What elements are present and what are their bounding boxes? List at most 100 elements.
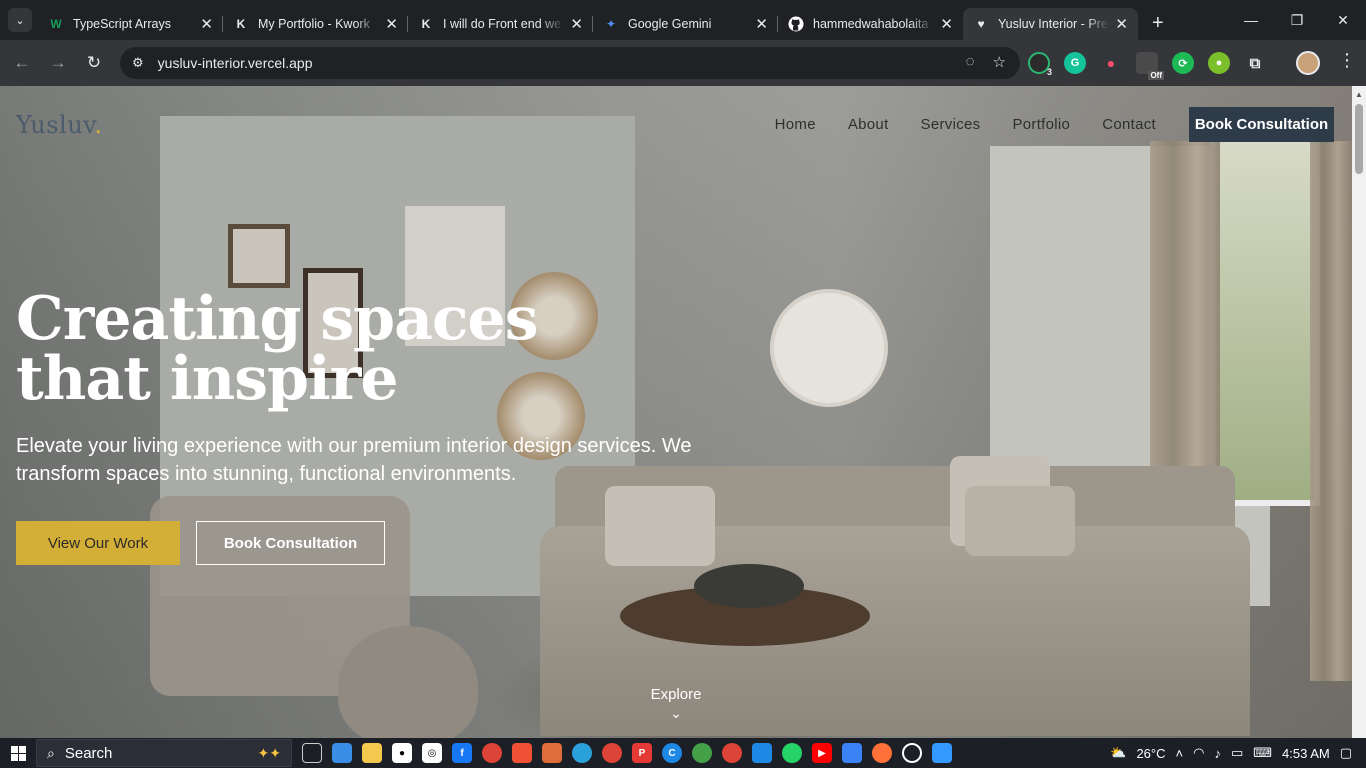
vscode-icon[interactable] bbox=[752, 743, 772, 763]
scrollbar-thumb[interactable] bbox=[1355, 104, 1363, 174]
close-tab-icon[interactable]: ✕ bbox=[385, 15, 398, 33]
photos-icon[interactable] bbox=[932, 743, 952, 763]
grammarly-icon[interactable]: G bbox=[1064, 52, 1086, 74]
firefox-icon[interactable] bbox=[872, 743, 892, 763]
task-view-icon[interactable] bbox=[302, 743, 322, 763]
app-icon[interactable] bbox=[902, 743, 922, 763]
app-icon[interactable] bbox=[842, 743, 862, 763]
extension-loop-icon[interactable]: 3 bbox=[1028, 52, 1052, 77]
site-nav: Home About Services Portfolio Contact bbox=[775, 116, 1156, 133]
close-window-icon[interactable]: ✕ bbox=[1320, 0, 1366, 40]
github-icon bbox=[788, 16, 804, 32]
refresh-extension-icon[interactable]: ⟳ bbox=[1172, 52, 1194, 74]
tab-title: Yusluv Interior - Prem bbox=[998, 17, 1110, 31]
weather-temp[interactable]: 26°C bbox=[1136, 746, 1165, 761]
site-settings-icon[interactable]: ⚙ bbox=[132, 55, 144, 71]
page-scrollbar[interactable]: ▲ bbox=[1352, 86, 1366, 738]
tab-title: hammedwahabolaita bbox=[813, 17, 929, 31]
book-consultation-button[interactable]: Book Consultation bbox=[196, 521, 385, 565]
close-tab-icon[interactable]: ✕ bbox=[200, 15, 213, 33]
background-curtain bbox=[1310, 141, 1352, 681]
background-clock bbox=[770, 289, 888, 407]
nav-portfolio[interactable]: Portfolio bbox=[1012, 116, 1070, 133]
site-logo[interactable]: Yusluv. bbox=[16, 111, 103, 139]
profile-avatar[interactable] bbox=[1296, 51, 1320, 75]
nav-book-consultation-button[interactable]: Book Consultation bbox=[1189, 107, 1334, 142]
nav-services[interactable]: Services bbox=[921, 116, 981, 133]
notification-icon[interactable]: ▢ bbox=[1340, 745, 1352, 761]
tab-typescript-arrays[interactable]: W TypeScript Arrays ✕ bbox=[38, 8, 223, 40]
address-bar[interactable]: ⚙ yusluv-interior.vercel.app ◌ ☆ bbox=[120, 47, 1020, 79]
wifi-icon[interactable]: ◠ bbox=[1193, 745, 1204, 761]
restore-icon[interactable]: ❐ bbox=[1274, 0, 1320, 40]
scroll-up-icon[interactable]: ▲ bbox=[1355, 90, 1363, 99]
close-tab-icon[interactable]: ✕ bbox=[1115, 15, 1128, 33]
file-explorer-icon[interactable] bbox=[362, 743, 382, 763]
w3schools-favicon-icon: W bbox=[50, 17, 62, 31]
bookmark-star-icon[interactable]: ☆ bbox=[993, 53, 1006, 71]
reload-icon[interactable]: ↻ bbox=[76, 45, 112, 81]
heart-favicon-icon: ♥ bbox=[977, 17, 985, 31]
taskbar-apps: ● ◎ f P C ▶ bbox=[302, 743, 952, 763]
tab-search-button[interactable]: ⌄ bbox=[8, 8, 32, 32]
chrome-icon[interactable] bbox=[602, 743, 622, 763]
whatsapp-icon[interactable] bbox=[782, 743, 802, 763]
back-arrow-icon[interactable]: ← bbox=[4, 45, 40, 81]
close-tab-icon[interactable]: ✕ bbox=[940, 15, 953, 33]
telegram-icon[interactable] bbox=[572, 743, 592, 763]
close-tab-icon[interactable]: ✕ bbox=[570, 15, 583, 33]
nav-contact[interactable]: Contact bbox=[1102, 116, 1156, 133]
browser-menu-icon[interactable]: ⋮ bbox=[1338, 50, 1356, 71]
chrome-icon[interactable] bbox=[482, 743, 502, 763]
taskbar-search[interactable]: ⌕ Search ✦✦ bbox=[36, 739, 292, 767]
tab-google-gemini[interactable]: ✦ Google Gemini ✕ bbox=[593, 8, 778, 40]
extension-icons: 3 G ● Off ⟳ ● ⧉ bbox=[1028, 52, 1266, 80]
explore-link[interactable]: Explore ⌄ bbox=[626, 686, 726, 722]
nav-home[interactable]: Home bbox=[775, 116, 816, 133]
chatgpt-icon[interactable]: ◎ bbox=[422, 743, 442, 763]
app-icon[interactable]: P bbox=[632, 743, 652, 763]
tab-my-portfolio-kwork[interactable]: K My Portfolio - Kwork ✕ bbox=[223, 8, 408, 40]
chevron-up-icon[interactable]: ˄ bbox=[1176, 746, 1184, 761]
new-tab-button[interactable]: + bbox=[1152, 12, 1164, 35]
explore-label: Explore bbox=[650, 686, 702, 703]
facebook-icon[interactable]: f bbox=[452, 743, 472, 763]
minimize-icon[interactable]: — bbox=[1228, 0, 1274, 40]
git-icon[interactable] bbox=[512, 743, 532, 763]
windows-start-icon[interactable] bbox=[0, 745, 36, 761]
tab-github[interactable]: hammedwahabolaita ✕ bbox=[778, 8, 963, 40]
chrome-icon[interactable] bbox=[692, 743, 712, 763]
bell-extension-icon[interactable]: ● bbox=[1100, 52, 1122, 74]
lightbulb-extension-icon[interactable]: ● bbox=[1208, 52, 1230, 74]
nav-about[interactable]: About bbox=[848, 116, 889, 133]
chrome-icon[interactable] bbox=[722, 743, 742, 763]
app-icon[interactable] bbox=[332, 743, 352, 763]
kwork-favicon-icon: K bbox=[421, 17, 431, 31]
url-text[interactable]: yusluv-interior.vercel.app bbox=[158, 55, 313, 71]
youtube-icon[interactable]: ▶ bbox=[812, 743, 832, 763]
github-desktop-icon[interactable]: ● bbox=[392, 743, 412, 763]
tab-title: TypeScript Arrays bbox=[73, 17, 171, 31]
window-controls: — ❐ ✕ bbox=[1228, 0, 1366, 40]
cookie-extension-icon[interactable]: Off bbox=[1136, 52, 1164, 80]
volume-icon[interactable]: ♪ bbox=[1214, 746, 1221, 761]
hero-subtitle: Elevate your living experience with our … bbox=[16, 435, 692, 485]
background-window bbox=[1210, 126, 1320, 506]
app-icon[interactable] bbox=[542, 743, 562, 763]
tab-yusluv-interior[interactable]: ♥ Yusluv Interior - Prem ✕ bbox=[963, 8, 1138, 40]
background-frame bbox=[228, 224, 290, 288]
app-icon[interactable]: C bbox=[662, 743, 682, 763]
eye-off-icon[interactable]: ◌ bbox=[966, 53, 975, 71]
puzzle-extensions-icon[interactable]: ⧉ bbox=[1244, 52, 1266, 74]
clock-time[interactable]: 4:53 AM bbox=[1282, 746, 1330, 761]
kwork-favicon-icon: K bbox=[236, 17, 246, 31]
background-pillow bbox=[605, 486, 715, 566]
close-tab-icon[interactable]: ✕ bbox=[755, 15, 768, 33]
keyboard-icon[interactable]: ⌨ bbox=[1253, 745, 1272, 761]
weather-icon[interactable]: ⛅ bbox=[1110, 745, 1126, 761]
search-icon: ⌕ bbox=[47, 744, 55, 761]
tab-kwork-front-end[interactable]: K I will do Front end we ✕ bbox=[408, 8, 593, 40]
forward-arrow-icon[interactable]: → bbox=[40, 45, 76, 81]
battery-icon[interactable]: ▭ bbox=[1231, 745, 1243, 761]
view-our-work-button[interactable]: View Our Work bbox=[16, 521, 180, 565]
